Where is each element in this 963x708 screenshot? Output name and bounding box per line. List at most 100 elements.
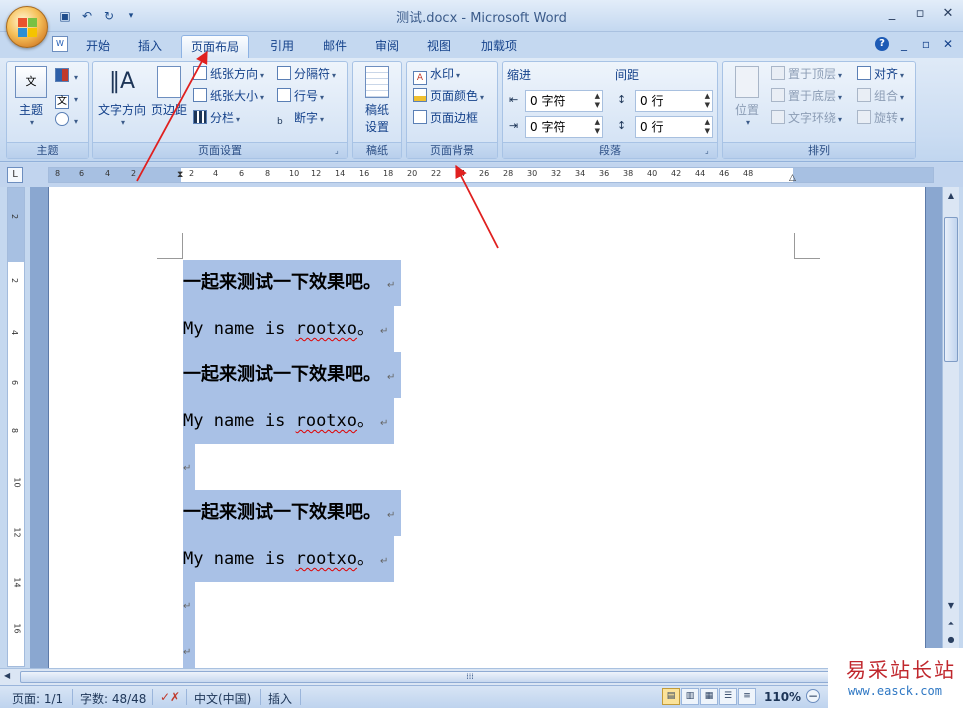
theme-fonts-button[interactable]: 文 ▾ <box>55 88 78 109</box>
ribbon-restore-icon[interactable]: ▫ <box>919 37 933 51</box>
right-indent-marker-icon[interactable]: △ <box>789 173 796 183</box>
misspelled-word[interactable]: rootxo <box>296 319 357 339</box>
minimize-icon[interactable]: _ <box>883 6 901 22</box>
tab-addins[interactable]: 加载项 <box>472 35 526 58</box>
empty-line[interactable]: ↵ <box>183 628 195 668</box>
draft-view-icon[interactable]: ≡ <box>738 688 756 705</box>
dialog-launcher-icon[interactable]: ⌟ <box>705 146 715 156</box>
english-line[interactable]: My name is rootxo。 ↵ <box>183 536 395 582</box>
indent-marker-icon[interactable]: ⧗ <box>177 170 183 180</box>
chinese-line[interactable]: 一起来测试一下效果吧。 ↵ <box>183 352 402 398</box>
scroll-left-icon[interactable]: ◀ <box>4 671 10 680</box>
office-button[interactable] <box>6 6 48 48</box>
bring-front-button[interactable]: 置于顶层 ▾ <box>771 64 842 84</box>
columns-button[interactable]: 分栏 ▾ <box>193 108 240 128</box>
misspelled-word[interactable]: rootxo <box>296 411 357 431</box>
ribbon-minimize-icon[interactable]: _ <box>897 37 911 51</box>
tab-selector[interactable]: L <box>7 167 23 183</box>
bring-front-label: 置于顶层 <box>788 67 837 81</box>
line-numbers-button[interactable]: 行号 ▾ <box>277 86 324 106</box>
rotate-button[interactable]: 旋转 ▾ <box>857 108 904 128</box>
english-line[interactable]: My name is rootxo。 ↵ <box>183 306 395 352</box>
draft-paper-button[interactable]: 稿纸 设置 <box>357 66 397 135</box>
text-direction-button[interactable]: ‖A 文字方向 ▾ <box>97 66 147 127</box>
previous-page-icon[interactable]: ⏶ <box>944 617 958 631</box>
ruler-number: 8 <box>265 169 271 178</box>
scroll-down-icon[interactable]: ▼ <box>944 599 958 613</box>
restore-icon[interactable]: ▫ <box>911 6 929 22</box>
empty-line[interactable]: ↵ <box>183 582 195 628</box>
chinese-line[interactable]: 一起来测试一下效果吧。 ↵ <box>183 260 402 306</box>
columns-label: 分栏 <box>210 111 235 125</box>
indent-right-input[interactable]: 0 字符 ▲ ▼ <box>525 116 603 138</box>
text-wrap-icon <box>771 110 785 124</box>
spacing-before-input[interactable]: 0 行 ▲ ▼ <box>635 90 713 112</box>
zoom-out-icon[interactable]: − <box>806 689 820 703</box>
ribbon-close-icon[interactable]: ✕ <box>941 37 955 51</box>
tab-references[interactable]: 引用 <box>262 35 302 58</box>
page-borders-button[interactable]: 页面边框 <box>413 108 478 128</box>
text-wrap-button[interactable]: 文字环绕 ▾ <box>771 108 842 128</box>
theme-button[interactable]: 文 主题 ▾ <box>13 66 49 127</box>
send-back-button[interactable]: 置于底层 ▾ <box>771 86 842 106</box>
language-status[interactable]: 中文(中国) <box>194 690 251 707</box>
spinner-icon[interactable]: ▲ ▼ <box>705 118 710 136</box>
watermark-button[interactable]: A 水印 ▾ <box>413 64 460 85</box>
misspelled-word[interactable]: rootxo <box>296 549 357 569</box>
page[interactable]: 一起来测试一下效果吧。 ↵ My name is rootxo。 ↵ 一起来测试一下效果… <box>48 187 926 668</box>
spacing-after-input[interactable]: 0 行 ▲ ▼ <box>635 116 713 138</box>
group-objects-button[interactable]: 组合 ▾ <box>857 86 904 106</box>
title-bar: ▣ ↶ ↻ ▾ 测试.docx - Microsoft Word _ ▫ ✕ <box>0 0 963 32</box>
english-line[interactable]: My name is rootxo。 ↵ <box>183 398 395 444</box>
theme-colors-button[interactable]: ▾ <box>55 66 78 86</box>
page-color-button[interactable]: 页面颜色 ▾ <box>413 86 484 106</box>
print-layout-view-icon[interactable]: ▤ <box>662 688 680 705</box>
close-icon[interactable]: ✕ <box>939 6 957 22</box>
size-button[interactable]: 纸张大小 ▾ <box>193 86 264 106</box>
orientation-button[interactable]: 纸张方向 ▾ <box>193 64 264 84</box>
chinese-line[interactable]: 一起来测试一下效果吧。 ↵ <box>183 490 402 536</box>
document-area[interactable]: 一起来测试一下效果吧。 ↵ My name is rootxo。 ↵ 一起来测试一下效果… <box>30 187 942 668</box>
select-browse-object-icon[interactable]: ● <box>944 633 958 647</box>
align-button[interactable]: 对齐 ▾ <box>857 64 904 84</box>
tab-view[interactable]: 视图 <box>419 35 459 58</box>
hyphenation-button[interactable]: b 断字 ▾ <box>277 108 324 128</box>
indent-left-input[interactable]: 0 字符 ▲ ▼ <box>525 90 603 112</box>
word-count-status[interactable]: 字数: 48/48 <box>80 690 146 707</box>
tab-page-layout[interactable]: 页面布局 <box>181 35 249 58</box>
tab-review[interactable]: 审阅 <box>367 35 407 58</box>
horizontal-ruler[interactable]: L 8 6 4 2 2 4 6 8 10 12 14 16 18 20 22 24 26 28 30 32 34 36 38… <box>0 163 963 187</box>
ruler-number: 10 <box>289 169 300 178</box>
page-status[interactable]: 页面: 1/1 <box>12 690 63 707</box>
scroll-up-icon[interactable]: ▲ <box>944 189 958 203</box>
dialog-launcher-icon[interactable]: ⌟ <box>335 146 345 156</box>
paragraph-mark-icon: ↵ <box>380 556 389 567</box>
zoom-level[interactable]: 110% <box>764 690 801 704</box>
web-layout-view-icon[interactable]: ▦ <box>700 688 718 705</box>
horizontal-scroll-thumb[interactable]: ⁞⁞⁞ <box>20 671 920 683</box>
vertical-ruler[interactable]: 2 2 4 6 8 10 12 14 16 <box>7 187 25 667</box>
ribbon-tabs: W 开始 插入 页面布局 引用 邮件 审阅 视图 加载项 ? _ ▫ ✕ <box>0 32 963 58</box>
watermark-label: 水印 <box>430 67 455 81</box>
spinner-icon[interactable]: ▲ ▼ <box>595 92 600 110</box>
margins-button[interactable]: 页边距 <box>149 66 189 118</box>
position-button[interactable]: 位置 ▾ <box>727 66 767 127</box>
theme-effects-button[interactable]: ▾ <box>55 110 78 130</box>
chevron-down-icon: ▾ <box>120 118 125 127</box>
empty-line[interactable]: ↵ <box>183 444 195 490</box>
insert-mode-status[interactable]: 插入 <box>268 690 292 707</box>
tab-insert[interactable]: 插入 <box>130 35 170 58</box>
outline-view-icon[interactable]: ☰ <box>719 688 737 705</box>
ruler-strip[interactable]: 8 6 4 2 2 4 6 8 10 12 14 16 18 20 22 24 26 28 30 32 34 36 38 40… <box>48 167 934 183</box>
full-screen-reading-view-icon[interactable]: ▥ <box>681 688 699 705</box>
spinner-icon[interactable]: ▲ ▼ <box>705 92 710 110</box>
proofing-icon[interactable]: ✓✗ <box>160 690 180 704</box>
tab-home[interactable]: 开始 <box>78 35 118 58</box>
horizontal-scrollbar[interactable]: ◀ ⁞⁞⁞ <box>0 668 963 685</box>
breaks-button[interactable]: 分隔符 ▾ <box>277 64 336 84</box>
vertical-scroll-thumb[interactable] <box>944 217 958 362</box>
tab-mailings[interactable]: 邮件 <box>315 35 355 58</box>
spinner-icon[interactable]: ▲ ▼ <box>595 118 600 136</box>
help-icon[interactable]: ? <box>875 37 889 51</box>
vertical-scrollbar[interactable]: ▲ ▼ ⏶ ● <box>942 187 959 668</box>
